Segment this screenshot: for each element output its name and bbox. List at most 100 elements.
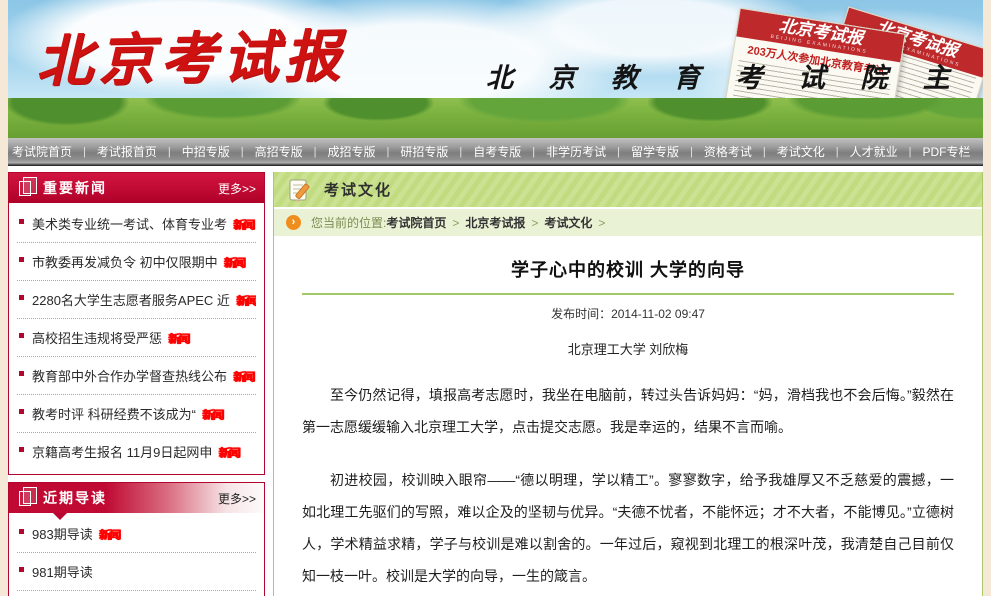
article-paragraph: 至今仍然记得，填报高考志愿时，我坐在电脑前，转过头告诉妈妈：“妈，滑档我也不会后… (302, 379, 954, 443)
nav-item: 考试文化 | (775, 143, 848, 160)
site-banner: 北京考试报 BEIJING EXAMINATIONS 北京考试报 BEIJING… (8, 0, 983, 138)
nav-item: 考试报首页 | (95, 143, 180, 160)
breadcrumb: › 您当前的位置: 考试院首页> 北京考试报> 考试文化> (274, 209, 982, 236)
recent-guides-box: 近期导读 更多>> 983期导读新闻 981期导读新闻 980期导读新闻 979… (8, 482, 265, 596)
site-logo[interactable]: 北京考试报 (35, 11, 346, 97)
news-list-item[interactable]: 教考时评 科研经费不该成为“新闻 (17, 395, 256, 433)
organizer-text: 北 京 教 育 考 试 院 主 办 (486, 56, 983, 95)
article-author: 北京理工大学 刘欣梅 (302, 339, 954, 358)
guide-item-text: 981期导读 (32, 565, 93, 580)
book-icon (19, 181, 31, 196)
news-list-item[interactable]: 美术类专业统一考试、体育专业考新闻 (17, 205, 256, 243)
nav-item: 资格考试 | (702, 143, 775, 160)
nav-item: 研招专版 | (398, 143, 471, 160)
breadcrumb-arrow-icon: › (286, 215, 301, 230)
main-column: 考试文化 › 您当前的位置: 考试院首页> 北京考试报> 考试文化> 学子心中的… (273, 172, 983, 596)
important-news-more-link[interactable]: 更多>> (218, 180, 256, 197)
banner-grass-decoration (8, 98, 983, 138)
nav-separator: | (378, 146, 399, 158)
recent-guides-more-link[interactable]: 更多>> (218, 490, 256, 507)
news-item-text: 教育部中外合作办学督查热线公布 (32, 369, 227, 384)
section-header: 考试文化 (274, 172, 982, 209)
breadcrumb-item: 考试院首页> (386, 214, 465, 231)
nav-separator: | (681, 146, 702, 158)
nav-separator: | (232, 146, 253, 158)
news-item-text: 美术类专业统一考试、体育专业考 (32, 217, 227, 232)
nav-link[interactable]: 自考专版 (471, 143, 523, 160)
article-title: 学子心中的校训 大学的向导 (302, 256, 954, 282)
nav-link[interactable]: 考试文化 (775, 143, 827, 160)
breadcrumb-item: 考试文化> (544, 214, 611, 231)
breadcrumb-links: 考试院首页> 北京考试报> 考试文化> (386, 214, 611, 231)
nav-item: 留学专版 | (629, 143, 702, 160)
breadcrumb-link[interactable]: 考试院首页 (386, 214, 446, 231)
news-list-item[interactable]: 2280名大学生志愿者服务APEC 近新闻 (17, 281, 256, 319)
article: 学子心中的校训 大学的向导 发布时间：2014-11-02 09:47 北京理工… (274, 236, 982, 596)
section-title: 考试文化 (324, 179, 392, 200)
news-item-text: 高校招生违规将受严惩 (32, 331, 162, 346)
breadcrumb-item: 北京考试报> (465, 214, 544, 231)
news-list-item[interactable]: 京籍高考生报名 11月9日起网申新闻 (17, 433, 256, 470)
recent-guides-list: 983期导读新闻 981期导读新闻 980期导读新闻 979期导读新闻 978期… (9, 513, 264, 596)
nav-item: 考试院首页 | (10, 143, 95, 160)
news-item-text: 教考时评 科研经费不该成为“ (32, 407, 196, 422)
nav-item: 中招专版 | (180, 143, 253, 160)
nav-item: 成招专版 | (326, 143, 399, 160)
important-news-header: 重要新闻 更多>> (9, 173, 264, 203)
news-list-item[interactable]: 市教委再发减负令 初中仅限期中新闻 (17, 243, 256, 281)
guide-list-item[interactable]: 981期导读新闻 (17, 553, 256, 591)
breadcrumb-link[interactable]: 北京考试报 (465, 214, 525, 231)
nav-separator: | (159, 146, 180, 158)
news-item-text: 市教委再发减负令 初中仅限期中 (32, 255, 218, 270)
title-divider (302, 293, 954, 295)
news-item-text: 2280名大学生志愿者服务APEC 近 (32, 293, 230, 308)
news-item-text: 京籍高考生报名 11月9日起网申 (32, 445, 212, 460)
guide-list-item[interactable]: 983期导读新闻 (17, 515, 256, 553)
nav-item: 人才就业 | (848, 143, 921, 160)
breadcrumb-prefix: 您当前的位置: (311, 214, 386, 231)
notepad-pencil-icon (288, 177, 314, 203)
nav-link[interactable]: 人才就业 (848, 143, 900, 160)
nav-link[interactable]: 资格考试 (702, 143, 754, 160)
nav-link[interactable]: 考试院首页 (10, 143, 74, 160)
nav-list: 考试院首页 | 考试报首页 | 中招专版 | 高招专版 | (10, 143, 981, 160)
new-icon: 新闻 (99, 527, 119, 542)
news-list-item[interactable]: 教育部中外合作办学督查热线公布新闻 (17, 357, 256, 395)
guide-list-item[interactable]: 980期导读新闻 (17, 591, 256, 596)
nav-link[interactable]: 研招专版 (398, 143, 450, 160)
new-icon: 新闻 (218, 445, 238, 460)
guide-item-text: 983期导读 (32, 527, 93, 542)
news-list-item[interactable]: 高校招生违规将受严惩新闻 (17, 319, 256, 357)
nav-separator: | (450, 146, 471, 158)
breadcrumb-separator: > (592, 216, 611, 230)
nav-link[interactable]: PDF专栏 (921, 143, 973, 160)
new-icon: 新闻 (224, 255, 244, 270)
nav-link[interactable]: 留学专版 (629, 143, 681, 160)
book-icon (19, 491, 31, 506)
nav-link[interactable]: 考试报首页 (95, 143, 159, 160)
main-navigation: 考试院首页 | 考试报首页 | 中招专版 | 高招专版 | (8, 138, 983, 166)
nav-link[interactable]: 中招专版 (180, 143, 232, 160)
nav-item: PDF专栏 | (921, 143, 973, 160)
important-news-box: 重要新闻 更多>> 美术类专业统一考试、体育专业考新闻 市教委再发减负令 初中仅… (8, 172, 265, 475)
nav-item: 自考专版 | (471, 143, 544, 160)
nav-separator: | (827, 146, 848, 158)
nav-link[interactable]: 非学历考试 (544, 143, 608, 160)
breadcrumb-separator: > (525, 216, 544, 230)
nav-separator: | (608, 146, 629, 158)
breadcrumb-separator: > (446, 216, 465, 230)
nav-link[interactable]: 成招专版 (326, 143, 378, 160)
nav-separator: | (523, 146, 544, 158)
nav-separator: | (74, 146, 95, 158)
sidebar: 重要新闻 更多>> 美术类专业统一考试、体育专业考新闻 市教委再发减负令 初中仅… (8, 172, 265, 596)
recent-guides-title: 近期导读 (43, 488, 218, 508)
new-icon: 新闻 (233, 217, 253, 232)
publish-time: 发布时间：2014-11-02 09:47 (302, 305, 954, 322)
nav-link[interactable]: 高招专版 (253, 143, 305, 160)
nav-item: 高招专版 | (253, 143, 326, 160)
nav-separator: | (305, 146, 326, 158)
page: 北京考试报 BEIJING EXAMINATIONS 北京考试报 BEIJING… (8, 0, 983, 596)
new-icon: 新闻 (233, 369, 253, 384)
breadcrumb-link[interactable]: 考试文化 (544, 214, 592, 231)
new-icon: 新闻 (236, 293, 256, 308)
